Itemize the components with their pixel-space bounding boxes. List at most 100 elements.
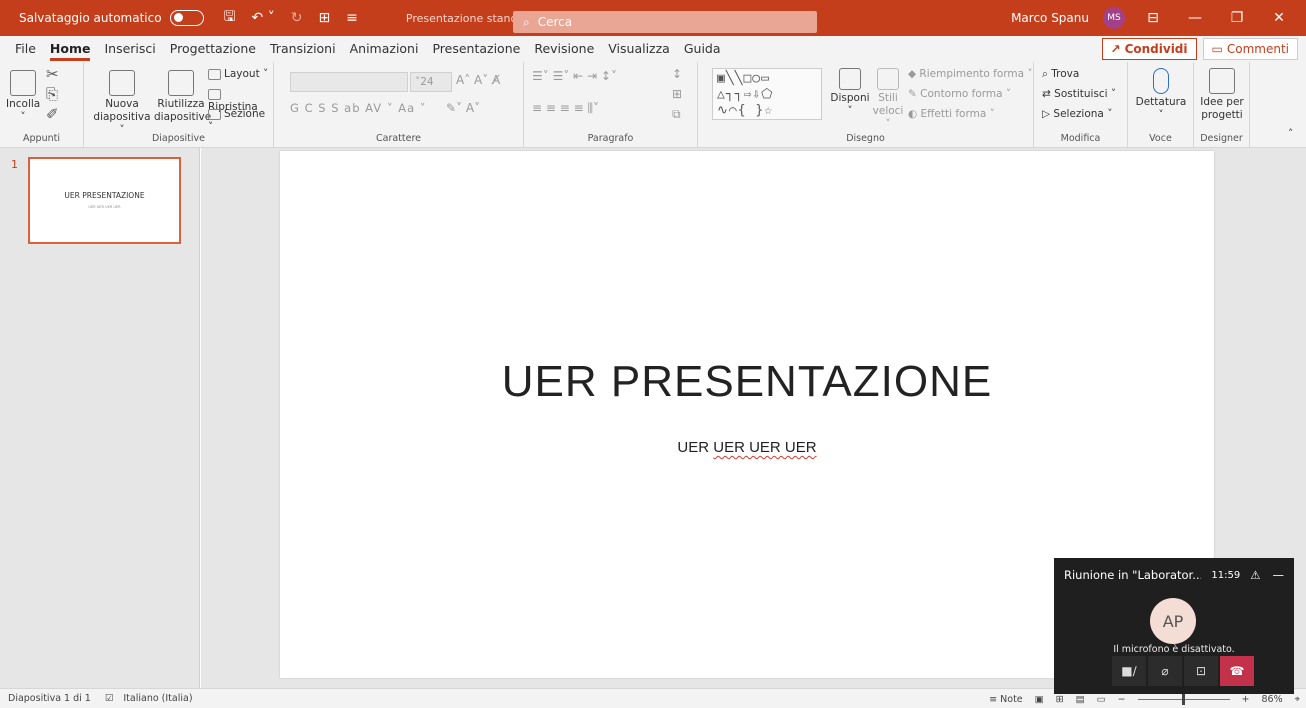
search-input[interactable]: ⌕ Cerca [513,11,817,33]
arrange-icon [839,68,861,90]
ribbon: Incolla ˅ ✂ ⎘ ✐ Appunti Nuova diapositiva… [0,62,1306,148]
tab-view[interactable]: Visualizza [601,36,677,62]
spellcheck-icon[interactable]: ☑ [105,693,114,704]
ribbon-display-options-icon[interactable]: ⊟ [1139,10,1167,26]
slide-info[interactable]: Diapositiva 1 di 1 [8,693,91,704]
highlight-color-icon[interactable]: ✎˅ A˅ [446,102,480,115]
select-button[interactable]: ▷ Seleziona ˅ [1042,108,1112,121]
user-avatar[interactable]: MS [1103,7,1125,29]
group-slides: Nuova diapositiva ˅ Riutilizza diapositi… [84,62,274,148]
customize-toolbar-icon[interactable]: ≡ [342,10,362,26]
replace-button[interactable]: ⇄ Sostituisci ˅ [1042,88,1116,101]
align-text-icon[interactable]: ⊞ [672,88,682,101]
quick-styles-button[interactable]: Stili veloci ˅ [870,68,906,131]
find-button[interactable]: ⌕ Trova [1042,68,1079,81]
replace-label: Sostituisci ˅ [1054,88,1117,100]
tab-review[interactable]: Revisione [527,36,601,62]
fit-slide-icon[interactable]: ⌖ [1295,694,1300,705]
camera-off-icon[interactable]: ■∕ [1112,656,1146,686]
select-label: Seleziona ˅ [1053,108,1113,120]
paste-button[interactable]: Incolla ˅ [6,70,40,124]
meeting-title[interactable]: Riunione in "Laborator... [1064,568,1201,582]
cut-icon[interactable]: ✂ [46,67,59,83]
slide-number: 1 [11,158,18,171]
zoom-slider[interactable] [1137,693,1230,705]
zoom-level[interactable]: 86% [1262,694,1283,705]
ribbon-tabs: File Home Inserisci Progettazione Transi… [0,36,1306,62]
normal-view-icon[interactable]: ▣ [1035,694,1044,705]
group-designer: Idee per progetti Designer [1194,62,1250,148]
font-size-input[interactable]: ˅24 [410,72,452,92]
paint-bucket-icon: ◆ [908,68,917,80]
shapes-gallery[interactable]: ▣╲╲□○▭ △┐┐⇨⇩⬠ ∿⌒{ }☆ [712,68,822,120]
meeting-window[interactable]: Riunione in "Laborator... 11:59 ⚠ — AP I… [1054,558,1294,694]
minimize-icon[interactable]: — [1181,10,1209,26]
zoom-slider-thumb[interactable] [1181,693,1185,705]
reading-view-icon[interactable]: ▤ [1076,694,1085,705]
redo-icon[interactable]: ↻ [287,10,307,26]
slide-subtitle[interactable]: UER UER UER UER [280,439,1214,456]
user-name[interactable]: Marco Spanu [1011,11,1089,25]
restore-icon[interactable]: ❐ [1223,10,1251,26]
design-ideas-button[interactable]: Idee per progetti [1198,68,1246,122]
group-label-designer: Designer [1200,133,1243,144]
shape-fill-button[interactable]: ◆ Riempimento forma ˅ [908,68,1033,81]
mic-off-icon[interactable]: ⌀ [1148,656,1182,686]
slide-thumbnail[interactable]: UER PRESENTAZIONE UER UER UER UER [28,157,181,244]
tab-help[interactable]: Guida [677,36,728,62]
collapse-ribbon-icon[interactable]: ˄ [1288,128,1293,141]
tab-slideshow[interactable]: Presentazione [425,36,527,62]
subtitle-text: UER [677,439,714,456]
slide-sorter-icon[interactable]: ⊞ [1056,694,1064,705]
designer-label-2: progetti [1201,109,1243,121]
save-icon[interactable]: 🖫 [220,6,240,30]
grow-shrink-font-icon[interactable]: A˄ A˅ A̸ [456,74,500,87]
close-icon[interactable]: ✕ [1265,10,1293,26]
arrange-button[interactable]: Disponi ˅ [830,68,870,118]
text-direction-icon[interactable]: ↕ [672,68,682,81]
tab-design[interactable]: Progettazione [163,36,263,62]
shape-outline-button[interactable]: ✎ Contorno forma ˅ [908,88,1011,101]
new-slide-button[interactable]: Nuova diapositiva ˅ [90,70,154,137]
font-formatting-buttons[interactable]: G C S S ab AV ˅ Aa ˅ [290,102,427,115]
slide-title[interactable]: UER PRESENTAZIONE [280,357,1214,407]
shape-effects-button[interactable]: ◐ Effetti forma ˅ [908,108,995,121]
smartart-icon[interactable]: ⧉ [672,108,681,121]
share-screen-icon[interactable]: ⊡ [1184,656,1218,686]
new-slide-icon [109,70,135,96]
alignment-buttons[interactable]: ≡ ≡ ≡ ≡ ⫼˅ [532,102,599,115]
tab-animations[interactable]: Animazioni [343,36,426,62]
notes-button[interactable]: ≡ Note [989,694,1023,705]
format-painter-icon[interactable]: ✐ [46,107,59,123]
share-button[interactable]: ↗ Condividi [1101,38,1197,60]
zoom-in-icon[interactable]: + [1242,694,1250,705]
more-options-icon[interactable]: — [1273,568,1285,582]
reuse-slides-button[interactable]: Riutilizza diapositive [154,70,211,124]
mic-status: Il microfono è disattivato. [1113,644,1235,655]
search-placeholder: Cerca [537,15,573,29]
copy-icon[interactable]: ⎘ [46,87,58,103]
list-buttons[interactable]: ☰˅ ☰˅ ⇤ ⇥ ↕˅ [532,70,617,83]
language-label[interactable]: Italiano (Italia) [123,693,192,704]
section-button[interactable]: Sezione ˅ [208,108,273,134]
group-voice: Dettatura ˅ Voce [1128,62,1194,148]
layout-button[interactable]: Layout ˅ [208,68,268,81]
tab-insert[interactable]: Inserisci [97,36,162,62]
zoom-out-icon[interactable]: − [1118,694,1126,705]
tab-home[interactable]: Home [43,36,98,62]
undo-icon[interactable]: ↶ ˅ [248,10,279,26]
cursor-icon: ▷ [1042,108,1051,120]
tab-file[interactable]: File [8,36,43,62]
design-ideas-icon [1209,68,1235,94]
autosave-toggle[interactable] [169,10,204,26]
replace-icon: ⇄ [1042,88,1051,100]
dictate-button[interactable]: Dettatura ˅ [1134,68,1188,122]
start-presentation-icon[interactable]: ⊞ [314,10,334,26]
arrange-label: Disponi [830,92,870,104]
comments-button[interactable]: ▭ Commenti [1202,38,1298,60]
hang-up-icon[interactable]: ☎ [1220,656,1254,686]
slideshow-view-icon[interactable]: ▭ [1097,694,1106,705]
warning-icon[interactable]: ⚠ [1250,568,1260,582]
tab-transitions[interactable]: Transizioni [263,36,343,62]
font-name-input[interactable] [290,72,408,92]
